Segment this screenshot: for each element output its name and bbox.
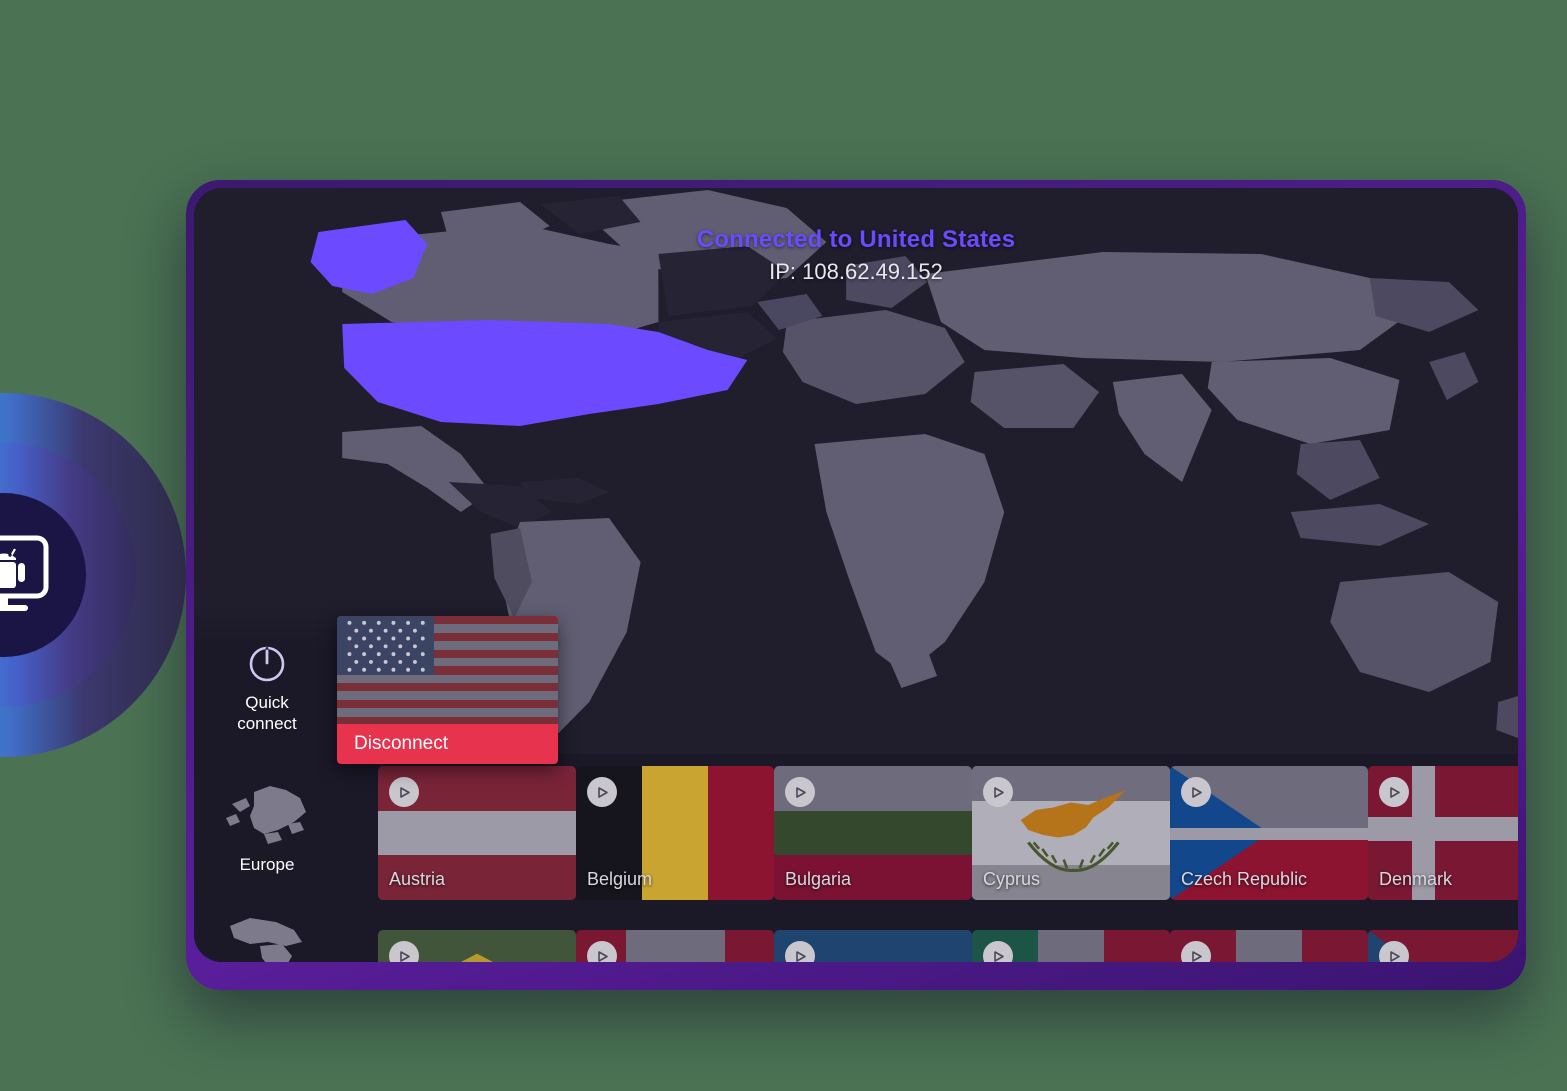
country-card-bulgaria[interactable]: Bulgaria [774,766,972,900]
country-card-brazil[interactable] [378,930,576,962]
disconnect-label: Disconnect [354,733,448,755]
country-card-cyprus[interactable]: Cyprus [972,766,1170,900]
country-card-canada[interactable] [576,930,774,962]
android-tv-icon [0,521,58,629]
americas-map-icon [194,912,340,962]
sidebar-item-label-europe: Europe [194,854,340,875]
country-card-label: Austria [389,869,445,890]
device-frame: Connected to United States IP: 108.62.49… [186,180,1526,990]
country-card-austria[interactable]: Austria [378,766,576,900]
united-states-flag [337,616,558,725]
disconnect-button[interactable]: Disconnect [337,724,558,764]
country-card-peru[interactable] [1170,930,1368,962]
sidebar-item-americas[interactable] [194,912,340,962]
glow-ring-middle [0,443,136,707]
country-card-label: Czech Republic [1181,869,1307,890]
europe-map-icon [194,778,340,848]
power-icon [194,640,340,686]
sidebar-item-quick-connect[interactable]: Quick connect [194,640,340,734]
country-card-label: Bulgaria [785,869,851,890]
quick-connect-line1: Quick [245,693,288,712]
country-card-philippines[interactable] [1368,930,1518,962]
country-card-argentina[interactable] [774,930,972,962]
play-icon[interactable] [389,777,419,807]
sidebar: Quick connect Europe [194,188,340,962]
country-card-label: Denmark [1379,869,1452,890]
sidebar-item-europe[interactable]: Europe [194,778,340,875]
country-card-label: Cyprus [983,869,1040,890]
country-card-label: Belgium [587,869,652,890]
quick-connect-line2: connect [237,714,297,733]
play-icon[interactable] [1379,777,1409,807]
brand-glow-rings [0,393,186,757]
play-icon[interactable] [587,777,617,807]
country-row-americas [340,930,1518,962]
play-icon[interactable] [785,777,815,807]
glow-ring-outer [0,393,186,757]
country-row-europe: Austria Belgium [340,766,1518,916]
disconnect-card[interactable]: Disconnect [337,616,558,764]
app-screen: Connected to United States IP: 108.62.49… [194,188,1518,962]
sidebar-item-label-quick-connect: Quick connect [194,692,340,734]
country-card-denmark[interactable]: Denmark [1368,766,1518,900]
country-card-belgium[interactable]: Belgium [576,766,774,900]
play-icon[interactable] [1181,777,1211,807]
country-card-czech-republic[interactable]: Czech Republic [1170,766,1368,900]
play-icon[interactable] [983,777,1013,807]
glow-ring-inner [0,493,86,657]
country-card-mexico[interactable] [972,930,1170,962]
